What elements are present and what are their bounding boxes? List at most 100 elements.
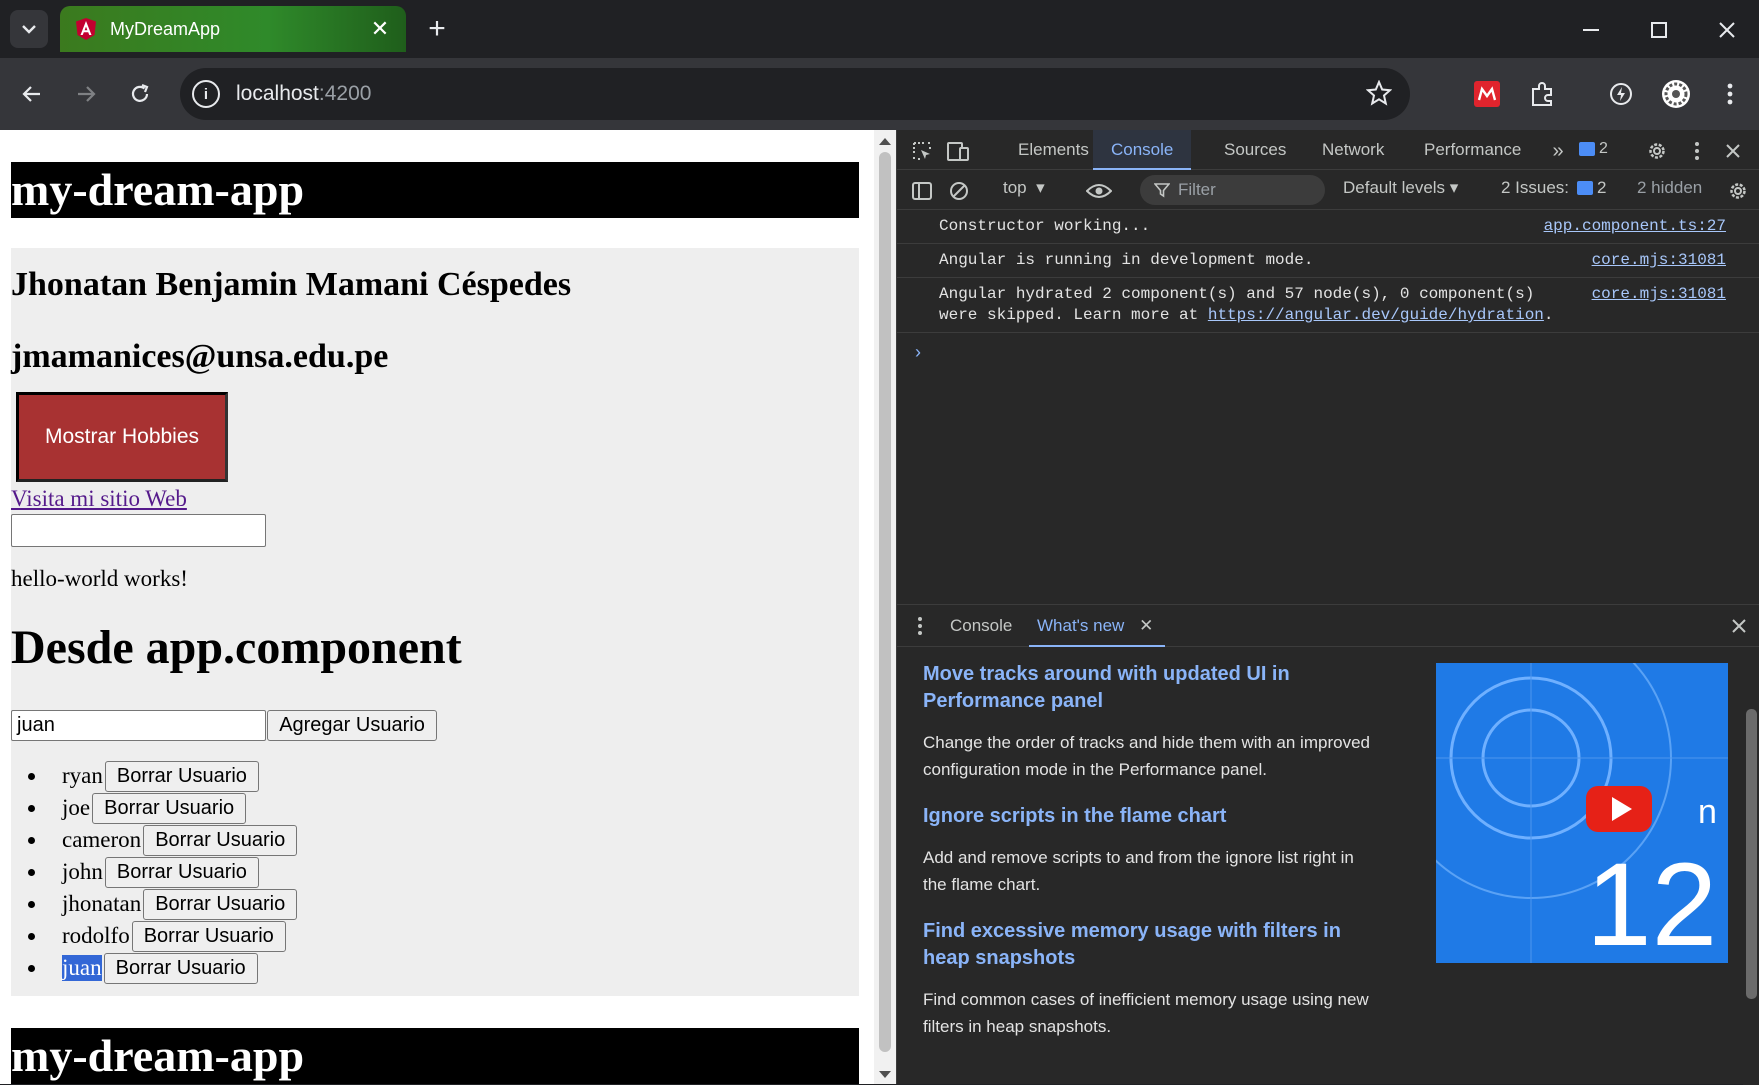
- sidebar-toggle-icon[interactable]: [909, 178, 935, 204]
- drawer-scrollbar[interactable]: [1743, 647, 1759, 1085]
- console-settings-icon[interactable]: [1725, 178, 1751, 204]
- delete-user-button[interactable]: Borrar Usuario: [104, 856, 259, 888]
- source-link[interactable]: core.mjs:31081: [1592, 250, 1726, 271]
- back-button[interactable]: [14, 76, 50, 112]
- whats-new-heading[interactable]: Ignore scripts in the flame chart: [923, 803, 1373, 830]
- user-name: john: [62, 859, 103, 884]
- delete-user-button[interactable]: Borrar Usuario: [104, 760, 259, 792]
- devtools-menu-icon[interactable]: [1684, 138, 1710, 164]
- source-link[interactable]: core.mjs:31081: [1592, 284, 1726, 305]
- reload-button[interactable]: [122, 76, 158, 112]
- user-name: cameron: [62, 827, 142, 852]
- username-input[interactable]: juan: [11, 710, 266, 741]
- extension-red-icon[interactable]: [1467, 74, 1507, 114]
- issues-badge[interactable]: 2: [1579, 140, 1608, 158]
- bookmark-star-icon[interactable]: [1366, 80, 1392, 106]
- tab-search-button[interactable]: [10, 10, 48, 48]
- text-input[interactable]: [11, 514, 266, 547]
- close-tab-icon[interactable]: ✕: [1139, 616, 1153, 635]
- drawer-tabbar: Console What's new ✕: [897, 605, 1759, 647]
- arrow-right-icon: [78, 86, 96, 102]
- whats-new-heading[interactable]: Find excessive memory usage with filters…: [923, 918, 1373, 972]
- browser-toolbar: i localhost:4200: [0, 58, 1759, 130]
- whats-new-body: Find common cases of inefficient memory …: [923, 990, 1369, 1036]
- website-link[interactable]: Visita mi sitio Web: [11, 486, 187, 512]
- forward-button[interactable]: [68, 76, 104, 112]
- hello-world-text: hello-world works!: [11, 566, 188, 591]
- drawer-tab-whats-new[interactable]: What's new ✕: [1029, 605, 1165, 647]
- log-levels-dropdown[interactable]: Default levels ▾: [1343, 178, 1458, 198]
- maximize-button[interactable]: [1634, 10, 1684, 50]
- inspect-element-icon[interactable]: [909, 138, 935, 164]
- drawer-menu-icon[interactable]: [907, 613, 933, 639]
- clear-console-icon[interactable]: [946, 178, 972, 204]
- arrow-left-icon: [22, 86, 40, 102]
- context-selector[interactable]: top ▾: [1003, 178, 1045, 198]
- console-message: Angular hydrated 2 component(s) and 57 n…: [897, 278, 1759, 333]
- scroll-up-icon[interactable]: [879, 138, 891, 145]
- tab-sources[interactable]: Sources: [1224, 130, 1286, 170]
- profile-email: jmamanices@unsa.edu.pe: [11, 338, 389, 375]
- address-bar[interactable]: i localhost:4200: [180, 68, 1410, 120]
- message-icon: [1577, 181, 1594, 195]
- more-tabs-icon[interactable]: »: [1545, 138, 1571, 164]
- scroll-down-icon[interactable]: [879, 1071, 891, 1078]
- hydration-docs-link[interactable]: https://angular.dev/guide/hydration: [1208, 306, 1544, 324]
- delete-user-button[interactable]: Borrar Usuario: [131, 920, 286, 952]
- close-window-button[interactable]: [1702, 10, 1752, 50]
- user-list-item: john Borrar Usuario: [28, 856, 297, 888]
- user-name: rodolfo: [62, 923, 130, 948]
- svg-text:12: 12: [1586, 839, 1717, 963]
- live-expression-eye-icon[interactable]: [1086, 178, 1112, 204]
- browser-tab[interactable]: MyDreamApp ✕: [60, 6, 406, 52]
- browser-menu-button[interactable]: [1710, 74, 1750, 114]
- console-message: Angular is running in development mode. …: [897, 244, 1759, 278]
- user-name: jhonatan: [62, 891, 142, 916]
- show-hobbies-button[interactable]: Mostrar Hobbies: [16, 392, 228, 482]
- scrollbar-thumb[interactable]: [879, 152, 891, 1052]
- console-toolbar: top ▾ Filter Default levels ▾ 2 Issues: 2…: [897, 170, 1759, 210]
- extension-bolt-icon[interactable]: [1601, 74, 1641, 114]
- site-info-icon[interactable]: i: [192, 80, 220, 108]
- devtools-panel: Elements Console Sources Network Perform…: [896, 130, 1759, 1085]
- whats-new-body: Change the order of tracks and hide them…: [923, 733, 1370, 779]
- console-prompt-chevron-icon[interactable]: ›: [915, 342, 921, 363]
- tab-console[interactable]: Console: [1093, 130, 1192, 170]
- app-header-second: my-dream-app: [11, 1028, 859, 1084]
- settings-gear-icon[interactable]: [1644, 138, 1670, 164]
- page-scrollbar[interactable]: [874, 130, 896, 1084]
- whats-new-heading[interactable]: Move tracks around with updated UI in Pe…: [923, 661, 1373, 715]
- close-drawer-icon[interactable]: [1726, 613, 1752, 639]
- mendeley-icon: [1474, 81, 1500, 107]
- chevron-down-icon: [22, 25, 36, 34]
- user-list-item: jhonatan Borrar Usuario: [28, 888, 298, 920]
- add-user-button[interactable]: Agregar Usuario: [267, 710, 437, 741]
- tab-title: MyDreamApp: [110, 18, 221, 39]
- delete-user-button[interactable]: Borrar Usuario: [103, 952, 258, 984]
- tab-network[interactable]: Network: [1322, 130, 1384, 170]
- new-tab-button[interactable]: +: [420, 12, 454, 46]
- whats-new-video-thumbnail[interactable]: n 12: [1436, 663, 1728, 963]
- device-toolbar-icon[interactable]: [945, 138, 971, 164]
- minimize-icon: [1583, 29, 1599, 31]
- delete-user-button[interactable]: Borrar Usuario: [92, 792, 247, 824]
- hidden-count: 2 hidden: [1637, 178, 1703, 197]
- whats-new-body: Add and remove scripts to and from the i…: [923, 848, 1354, 894]
- user-name: joe: [62, 795, 91, 820]
- extensions-puzzle-icon[interactable]: [1522, 74, 1562, 114]
- delete-user-button[interactable]: Borrar Usuario: [143, 888, 298, 920]
- kebab-menu-icon: [1727, 83, 1733, 105]
- minimize-button[interactable]: [1566, 10, 1616, 50]
- drawer-tab-console[interactable]: Console: [950, 605, 1012, 647]
- issues-counter[interactable]: 2 Issues: 2: [1501, 178, 1607, 198]
- delete-user-button[interactable]: Borrar Usuario: [143, 824, 298, 856]
- tab-close-icon[interactable]: ✕: [368, 16, 392, 42]
- page-viewport: my-dream-app Jhonatan Benjamin Mamani Cé…: [0, 130, 874, 1084]
- drawer-scrollbar-thumb[interactable]: [1746, 709, 1757, 999]
- tab-elements[interactable]: Elements: [1018, 130, 1089, 170]
- tab-performance[interactable]: Performance: [1424, 130, 1521, 170]
- maximize-icon: [1651, 22, 1667, 38]
- profile-avatar[interactable]: [1656, 74, 1696, 114]
- close-devtools-icon[interactable]: [1720, 138, 1746, 164]
- source-link[interactable]: app.component.ts:27: [1544, 216, 1726, 237]
